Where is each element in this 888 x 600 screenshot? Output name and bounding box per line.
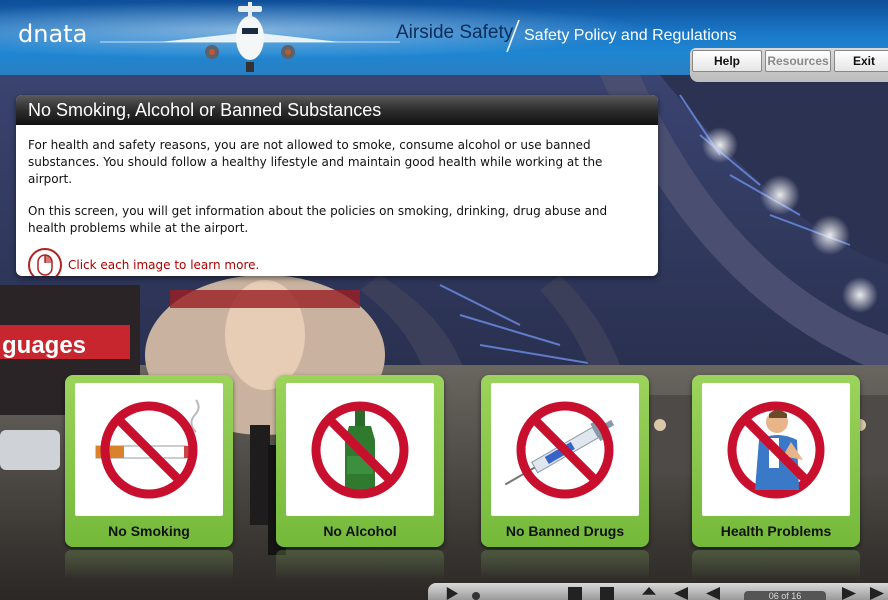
card-no-alcohol[interactable]: No Alcohol	[276, 375, 444, 547]
play-icon[interactable]	[446, 587, 458, 600]
course-title: Airside Safety	[396, 22, 514, 43]
card-label: No Alcohol	[323, 523, 397, 539]
page-counter: 06 of 16	[744, 591, 826, 600]
panel-body: For health and safety reasons, you are n…	[16, 125, 658, 276]
airplane-graphic	[100, 2, 400, 72]
card-reflection	[692, 550, 860, 580]
resources-button[interactable]: Resources	[765, 50, 831, 72]
card-no-banned-drugs[interactable]: No Banned Drugs	[481, 375, 649, 547]
volume-icon[interactable]	[568, 587, 582, 600]
module-title: Safety Policy and Regulations	[524, 27, 737, 44]
previous-icon[interactable]	[674, 587, 688, 600]
background-sign-text: guages	[2, 332, 86, 359]
card-label: No Banned Drugs	[505, 523, 625, 539]
card-reflection	[276, 550, 444, 580]
card-label: Health Problems	[720, 523, 832, 539]
card-label: No Smoking	[108, 523, 190, 539]
no-alcohol-icon	[286, 383, 434, 516]
card-reflection	[481, 550, 649, 580]
click-hint: Click each image to learn more.	[28, 248, 646, 276]
title-divider	[506, 19, 520, 53]
info-panel: No Smoking, Alcohol or Banned Substances…	[16, 95, 658, 276]
back-icon[interactable]	[706, 587, 720, 600]
captions-icon[interactable]	[600, 587, 614, 600]
help-button[interactable]: Help	[692, 50, 762, 72]
card-health-problems[interactable]: Health Problems	[692, 375, 860, 547]
home-icon[interactable]	[642, 587, 656, 595]
panel-title: No Smoking, Alcohol or Banned Substances	[16, 95, 658, 125]
health-problems-icon	[702, 383, 850, 516]
progress-scrubber[interactable]	[472, 592, 480, 600]
top-nav-buttons: Help Resources Exit	[692, 50, 888, 72]
hint-text: Click each image to learn more.	[68, 257, 260, 272]
no-drugs-icon	[491, 383, 639, 516]
info-paragraph: On this screen, you will get information…	[28, 204, 608, 235]
next-icon[interactable]	[842, 587, 856, 600]
mouse-icon	[28, 248, 62, 276]
forward-icon[interactable]	[870, 587, 884, 600]
card-no-smoking[interactable]: No Smoking	[65, 375, 233, 547]
intro-paragraph: For health and safety reasons, you are n…	[28, 138, 603, 186]
exit-button[interactable]: Exit	[834, 50, 888, 72]
no-smoking-icon	[75, 383, 223, 516]
dnata-logo: dnata	[18, 20, 88, 48]
player-controls: 06 of 16	[428, 583, 888, 600]
card-reflection	[65, 550, 233, 580]
